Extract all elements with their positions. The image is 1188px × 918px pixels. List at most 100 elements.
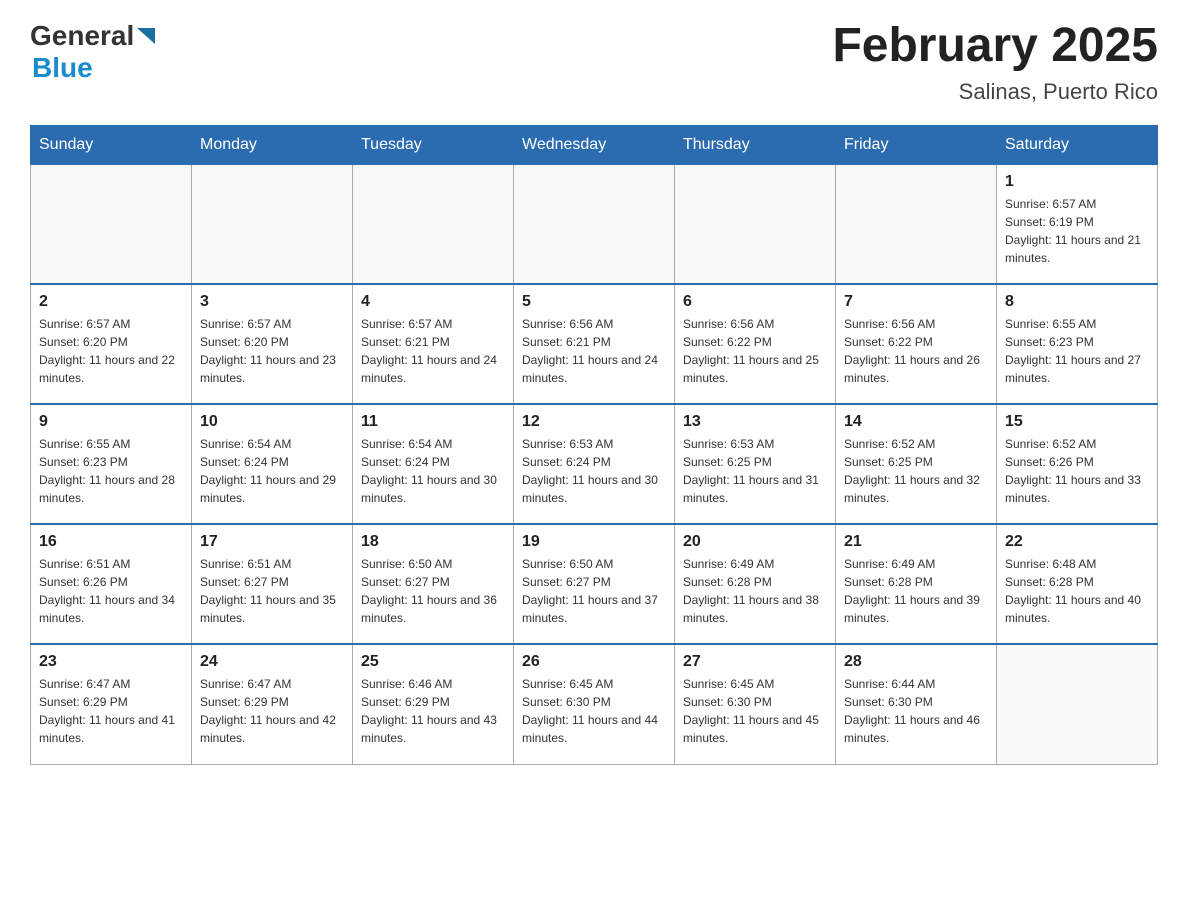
day-info: Sunrise: 6:46 AMSunset: 6:29 PMDaylight:…	[361, 675, 505, 747]
day-info: Sunrise: 6:47 AMSunset: 6:29 PMDaylight:…	[39, 675, 183, 747]
day-info: Sunrise: 6:51 AMSunset: 6:26 PMDaylight:…	[39, 555, 183, 627]
table-row: 2 Sunrise: 6:57 AMSunset: 6:20 PMDayligh…	[31, 284, 192, 404]
day-number: 15	[1005, 413, 1149, 431]
day-number: 1	[1005, 173, 1149, 191]
day-info: Sunrise: 6:49 AMSunset: 6:28 PMDaylight:…	[844, 555, 988, 627]
day-number: 4	[361, 293, 505, 311]
logo-arrow-icon	[137, 28, 155, 44]
col-thursday: Thursday	[675, 125, 836, 164]
day-info: Sunrise: 6:45 AMSunset: 6:30 PMDaylight:…	[522, 675, 666, 747]
day-info: Sunrise: 6:53 AMSunset: 6:24 PMDaylight:…	[522, 435, 666, 507]
table-row: 27 Sunrise: 6:45 AMSunset: 6:30 PMDaylig…	[675, 644, 836, 764]
table-row: 10 Sunrise: 6:54 AMSunset: 6:24 PMDaylig…	[192, 404, 353, 524]
day-number: 11	[361, 413, 505, 431]
day-info: Sunrise: 6:54 AMSunset: 6:24 PMDaylight:…	[200, 435, 344, 507]
day-info: Sunrise: 6:56 AMSunset: 6:22 PMDaylight:…	[683, 315, 827, 387]
day-info: Sunrise: 6:57 AMSunset: 6:21 PMDaylight:…	[361, 315, 505, 387]
day-info: Sunrise: 6:49 AMSunset: 6:28 PMDaylight:…	[683, 555, 827, 627]
table-row: 15 Sunrise: 6:52 AMSunset: 6:26 PMDaylig…	[997, 404, 1158, 524]
table-row: 22 Sunrise: 6:48 AMSunset: 6:28 PMDaylig…	[997, 524, 1158, 644]
logo-general-text: General	[30, 20, 134, 52]
day-info: Sunrise: 6:54 AMSunset: 6:24 PMDaylight:…	[361, 435, 505, 507]
day-info: Sunrise: 6:50 AMSunset: 6:27 PMDaylight:…	[361, 555, 505, 627]
day-number: 7	[844, 293, 988, 311]
day-info: Sunrise: 6:56 AMSunset: 6:22 PMDaylight:…	[844, 315, 988, 387]
day-info: Sunrise: 6:56 AMSunset: 6:21 PMDaylight:…	[522, 315, 666, 387]
day-info: Sunrise: 6:45 AMSunset: 6:30 PMDaylight:…	[683, 675, 827, 747]
table-row: 21 Sunrise: 6:49 AMSunset: 6:28 PMDaylig…	[836, 524, 997, 644]
day-info: Sunrise: 6:57 AMSunset: 6:20 PMDaylight:…	[39, 315, 183, 387]
table-row: 23 Sunrise: 6:47 AMSunset: 6:29 PMDaylig…	[31, 644, 192, 764]
day-number: 17	[200, 533, 344, 551]
day-info: Sunrise: 6:48 AMSunset: 6:28 PMDaylight:…	[1005, 555, 1149, 627]
day-number: 26	[522, 653, 666, 671]
table-row: 28 Sunrise: 6:44 AMSunset: 6:30 PMDaylig…	[836, 644, 997, 764]
day-number: 9	[39, 413, 183, 431]
day-number: 24	[200, 653, 344, 671]
table-row: 9 Sunrise: 6:55 AMSunset: 6:23 PMDayligh…	[31, 404, 192, 524]
day-info: Sunrise: 6:53 AMSunset: 6:25 PMDaylight:…	[683, 435, 827, 507]
logo: General Blue	[30, 20, 155, 84]
day-number: 3	[200, 293, 344, 311]
table-row: 16 Sunrise: 6:51 AMSunset: 6:26 PMDaylig…	[31, 524, 192, 644]
col-sunday: Sunday	[31, 125, 192, 164]
table-row: 12 Sunrise: 6:53 AMSunset: 6:24 PMDaylig…	[514, 404, 675, 524]
table-row: 1 Sunrise: 6:57 AMSunset: 6:19 PMDayligh…	[997, 164, 1158, 284]
table-row	[31, 164, 192, 284]
table-row: 13 Sunrise: 6:53 AMSunset: 6:25 PMDaylig…	[675, 404, 836, 524]
day-number: 18	[361, 533, 505, 551]
table-row: 18 Sunrise: 6:50 AMSunset: 6:27 PMDaylig…	[353, 524, 514, 644]
day-number: 27	[683, 653, 827, 671]
day-info: Sunrise: 6:50 AMSunset: 6:27 PMDaylight:…	[522, 555, 666, 627]
logo-blue-text: Blue	[32, 52, 93, 84]
page-subtitle: Salinas, Puerto Rico	[832, 79, 1158, 105]
table-row: 8 Sunrise: 6:55 AMSunset: 6:23 PMDayligh…	[997, 284, 1158, 404]
day-number: 6	[683, 293, 827, 311]
day-number: 8	[1005, 293, 1149, 311]
day-number: 20	[683, 533, 827, 551]
day-info: Sunrise: 6:57 AMSunset: 6:19 PMDaylight:…	[1005, 195, 1149, 267]
day-info: Sunrise: 6:52 AMSunset: 6:25 PMDaylight:…	[844, 435, 988, 507]
col-wednesday: Wednesday	[514, 125, 675, 164]
day-info: Sunrise: 6:55 AMSunset: 6:23 PMDaylight:…	[1005, 315, 1149, 387]
col-friday: Friday	[836, 125, 997, 164]
day-number: 25	[361, 653, 505, 671]
table-row: 25 Sunrise: 6:46 AMSunset: 6:29 PMDaylig…	[353, 644, 514, 764]
table-row	[997, 644, 1158, 764]
day-info: Sunrise: 6:51 AMSunset: 6:27 PMDaylight:…	[200, 555, 344, 627]
day-number: 19	[522, 533, 666, 551]
calendar-header-row: Sunday Monday Tuesday Wednesday Thursday…	[31, 125, 1158, 164]
page-title: February 2025	[832, 20, 1158, 73]
table-row: 24 Sunrise: 6:47 AMSunset: 6:29 PMDaylig…	[192, 644, 353, 764]
page-header: General Blue February 2025 Salinas, Puer…	[30, 20, 1158, 105]
day-number: 22	[1005, 533, 1149, 551]
col-saturday: Saturday	[997, 125, 1158, 164]
table-row: 19 Sunrise: 6:50 AMSunset: 6:27 PMDaylig…	[514, 524, 675, 644]
table-row	[514, 164, 675, 284]
table-row: 17 Sunrise: 6:51 AMSunset: 6:27 PMDaylig…	[192, 524, 353, 644]
day-info: Sunrise: 6:52 AMSunset: 6:26 PMDaylight:…	[1005, 435, 1149, 507]
day-info: Sunrise: 6:57 AMSunset: 6:20 PMDaylight:…	[200, 315, 344, 387]
table-row: 11 Sunrise: 6:54 AMSunset: 6:24 PMDaylig…	[353, 404, 514, 524]
title-section: February 2025 Salinas, Puerto Rico	[832, 20, 1158, 105]
table-row: 14 Sunrise: 6:52 AMSunset: 6:25 PMDaylig…	[836, 404, 997, 524]
col-tuesday: Tuesday	[353, 125, 514, 164]
col-monday: Monday	[192, 125, 353, 164]
table-row: 7 Sunrise: 6:56 AMSunset: 6:22 PMDayligh…	[836, 284, 997, 404]
day-number: 14	[844, 413, 988, 431]
table-row: 5 Sunrise: 6:56 AMSunset: 6:21 PMDayligh…	[514, 284, 675, 404]
table-row: 3 Sunrise: 6:57 AMSunset: 6:20 PMDayligh…	[192, 284, 353, 404]
day-number: 13	[683, 413, 827, 431]
day-number: 21	[844, 533, 988, 551]
day-info: Sunrise: 6:55 AMSunset: 6:23 PMDaylight:…	[39, 435, 183, 507]
table-row	[675, 164, 836, 284]
day-number: 12	[522, 413, 666, 431]
table-row	[192, 164, 353, 284]
table-row: 6 Sunrise: 6:56 AMSunset: 6:22 PMDayligh…	[675, 284, 836, 404]
day-number: 10	[200, 413, 344, 431]
table-row	[836, 164, 997, 284]
day-info: Sunrise: 6:44 AMSunset: 6:30 PMDaylight:…	[844, 675, 988, 747]
table-row: 20 Sunrise: 6:49 AMSunset: 6:28 PMDaylig…	[675, 524, 836, 644]
table-row: 26 Sunrise: 6:45 AMSunset: 6:30 PMDaylig…	[514, 644, 675, 764]
table-row	[353, 164, 514, 284]
